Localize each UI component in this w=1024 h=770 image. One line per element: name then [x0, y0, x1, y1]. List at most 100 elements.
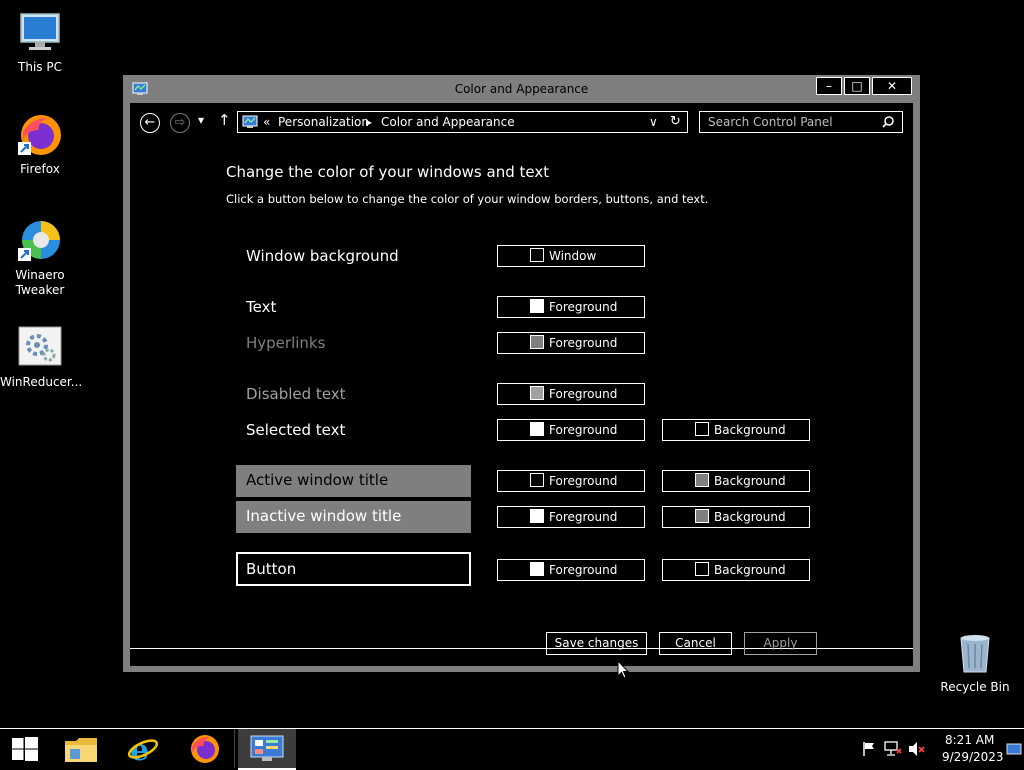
taskbar: e 8:21 AM 9/29/2023 — [0, 728, 1024, 770]
hyperlinks-foreground-button[interactable]: Foreground — [497, 332, 645, 354]
address-dropdown-icon[interactable]: ∨ — [649, 115, 658, 129]
breadcrumb-overflow[interactable]: « — [263, 115, 270, 129]
row-label-active-window-title: Active window title — [246, 471, 389, 489]
window-titlebar[interactable]: Color and Appearance – □ ✕ — [123, 75, 920, 103]
desktop-icon-label: This PC — [18, 60, 62, 74]
show-desktop-icon[interactable] — [1006, 743, 1022, 755]
desktop-icon-winreducer[interactable]: WinReducer... — [0, 325, 83, 390]
close-icon: ✕ — [886, 79, 898, 93]
color-swatch — [530, 386, 544, 400]
desktop-icon-label: Firefox — [20, 162, 60, 176]
row-label-hyperlinks: Hyperlinks — [246, 334, 326, 352]
up-button[interactable]: ↑ — [218, 111, 231, 129]
color-swatch — [695, 422, 709, 436]
search-icon[interactable] — [882, 116, 894, 131]
inactive-window-title-sample: Inactive window title — [236, 501, 471, 533]
desktop-icon-label: WinReducer... — [0, 375, 83, 389]
button-background-button[interactable]: Background — [662, 559, 810, 581]
button-label: Foreground — [549, 387, 618, 401]
color-swatch — [530, 248, 544, 262]
close-button[interactable]: ✕ — [872, 77, 912, 95]
disabled-text-foreground-button[interactable]: Foreground — [497, 383, 645, 405]
button-label: Window — [549, 249, 597, 263]
chevron-down-icon: ▾ — [198, 113, 205, 127]
winaero-tweaker-icon — [17, 218, 63, 264]
clock-date[interactable]: 9/29/2023 — [942, 750, 1004, 764]
button-foreground-button[interactable]: Foreground — [497, 559, 645, 581]
selected-text-foreground-button[interactable]: Foreground — [497, 419, 645, 441]
control-panel-icon — [242, 115, 258, 132]
volume-muted-icon[interactable] — [908, 741, 926, 757]
button-label: Foreground — [549, 336, 618, 350]
color-swatch — [530, 299, 544, 313]
color-swatch — [695, 562, 709, 576]
color-swatch — [530, 335, 544, 349]
color-swatch — [530, 473, 544, 487]
search-box[interactable]: Search Control Panel — [699, 111, 903, 133]
page-title: Change the color of your windows and tex… — [226, 163, 550, 181]
desktop-icon-label: Winaero Tweaker — [15, 268, 65, 297]
color-swatch — [530, 509, 544, 523]
taskbar-control-panel[interactable] — [238, 729, 296, 770]
color-swatch — [530, 422, 544, 436]
forward-arrow-icon: ⇨ — [174, 115, 186, 130]
breadcrumb-personalization[interactable]: Personalization — [278, 115, 369, 129]
start-button[interactable] — [0, 729, 50, 768]
breadcrumb-separator-icon[interactable]: ▸ — [366, 115, 372, 129]
row-label-selected-text: Selected text — [246, 421, 346, 439]
button-label: Foreground — [549, 510, 618, 524]
clock-time[interactable]: 8:21 AM — [945, 733, 994, 747]
search-input[interactable]: Search Control Panel — [708, 115, 833, 129]
maximize-icon: □ — [851, 79, 863, 93]
desktop-icon-winaero-tweaker[interactable]: Winaero Tweaker — [0, 218, 80, 298]
system-tray: 8:21 AM 9/29/2023 — [855, 729, 1024, 768]
active-title-background-button[interactable]: Background — [662, 470, 810, 492]
row-label-disabled-text: Disabled text — [246, 385, 346, 403]
recent-locations-button[interactable]: ▾ — [198, 113, 204, 127]
forward-button[interactable]: ⇨ — [170, 113, 190, 133]
inactive-title-foreground-button[interactable]: Foreground — [497, 506, 645, 528]
window-client-area: ← ⇨ ▾ ↑ « Personalization ▸ Color and Ap… — [130, 103, 913, 666]
apply-button[interactable]: Apply — [744, 632, 817, 655]
network-icon[interactable] — [884, 741, 902, 757]
page-description: Click a button below to change the color… — [226, 192, 709, 206]
start-icon — [12, 737, 38, 761]
this-pc-icon — [17, 10, 63, 56]
active-title-foreground-button[interactable]: Foreground — [497, 470, 645, 492]
desktop-icon-firefox[interactable]: Firefox — [0, 112, 80, 177]
active-window-title-sample: Active window title — [236, 465, 471, 497]
text-foreground-button[interactable]: Foreground — [497, 296, 645, 318]
save-changes-button[interactable]: Save changes — [546, 632, 647, 655]
taskbar-internet-explorer[interactable]: e — [114, 729, 172, 768]
inactive-title-background-button[interactable]: Background — [662, 506, 810, 528]
up-arrow-icon: ↑ — [218, 111, 231, 129]
address-bar[interactable]: « Personalization ▸ Color and Appearance… — [237, 111, 688, 133]
taskbar-file-explorer[interactable] — [52, 729, 110, 768]
button-label: Background — [714, 510, 786, 524]
cancel-button[interactable]: Cancel — [659, 632, 732, 655]
window-background-color-button[interactable]: Window — [497, 245, 645, 267]
minimize-button[interactable]: – — [816, 77, 842, 95]
recycle-bin-icon — [952, 630, 998, 676]
row-label-window-background: Window background — [246, 247, 399, 265]
action-center-flag-icon[interactable] — [861, 741, 877, 757]
selected-text-background-button[interactable]: Background — [662, 419, 810, 441]
button-label: Background — [714, 423, 786, 437]
desktop-icon-recycle-bin[interactable]: Recycle Bin — [935, 630, 1015, 695]
button-label: Foreground — [549, 563, 618, 577]
row-label-inactive-window-title: Inactive window title — [246, 507, 402, 525]
desktop-icon-this-pc[interactable]: This PC — [0, 10, 80, 75]
button-label: Foreground — [549, 474, 618, 488]
taskbar-firefox[interactable] — [176, 729, 235, 768]
row-label-button: Button — [246, 560, 297, 578]
row-label-text: Text — [246, 298, 277, 316]
file-explorer-icon — [65, 738, 97, 762]
button-label: Background — [714, 563, 786, 577]
refresh-icon[interactable]: ↻ — [670, 114, 681, 129]
breadcrumb-color-and-appearance[interactable]: Color and Appearance — [381, 115, 515, 129]
internet-explorer-icon: e — [127, 733, 159, 765]
winreducer-icon — [17, 325, 63, 371]
desktop-icon-label: Recycle Bin — [940, 680, 1010, 694]
back-button[interactable]: ← — [140, 113, 160, 133]
maximize-button[interactable]: □ — [844, 77, 870, 95]
